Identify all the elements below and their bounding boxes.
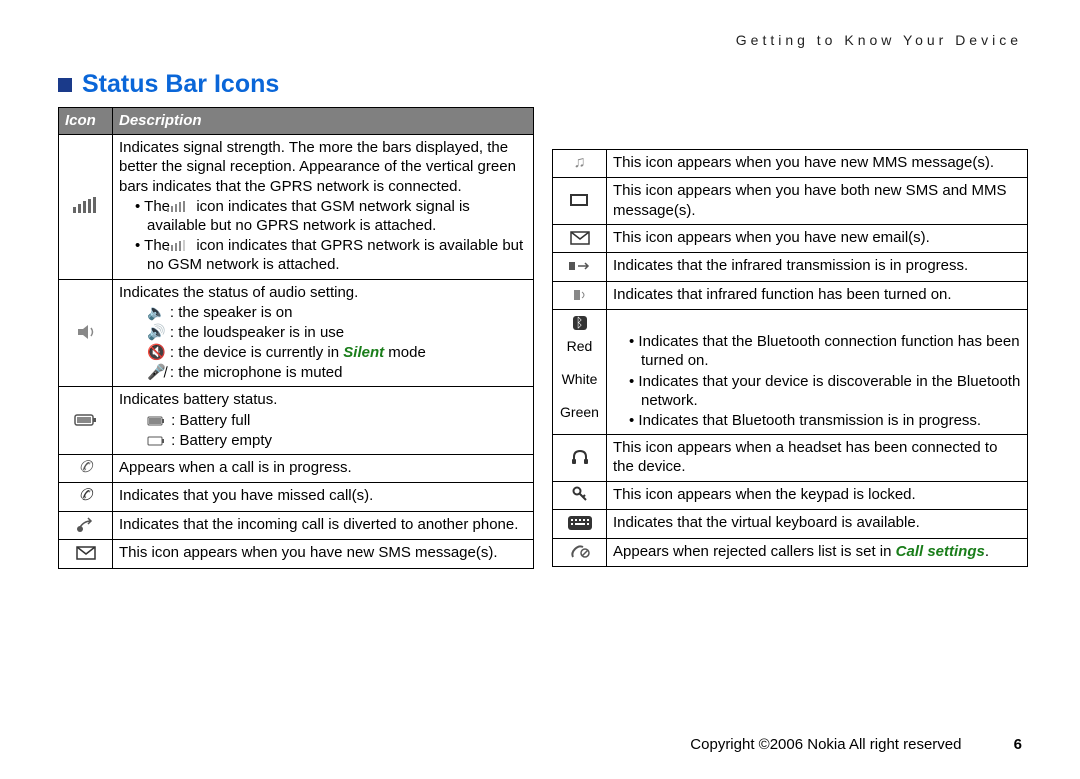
table-row: Indicates the status of audio setting. 🔈…: [59, 279, 534, 387]
table-row: ♫ This icon appears when you have new MM…: [553, 150, 1028, 178]
missed-desc: Indicates that you have missed call(s).: [113, 483, 534, 511]
th-desc: Description: [113, 108, 534, 135]
page-footer: Copyright ©2006 Nokia All right reserved…: [690, 736, 1022, 753]
page-title: Status Bar Icons: [82, 70, 279, 99]
table-row: Indicates that the virtual keyboard is a…: [553, 510, 1028, 538]
status-icons-table-right: ♫ This icon appears when you have new MM…: [552, 149, 1028, 567]
loudspeaker-icon: 🔊: [147, 323, 166, 342]
left-column: Icon Description Indicates signal streng…: [58, 107, 534, 569]
signal-desc: Indicates signal strength. The more the …: [119, 138, 527, 196]
signal-gprs-icon: [174, 236, 192, 255]
headset-desc: This icon appears when a headset has bee…: [607, 435, 1028, 481]
table-row: Indicates that infrared function has bee…: [553, 281, 1028, 309]
ir-on-desc: Indicates that infrared function has bee…: [607, 281, 1028, 309]
table-row: This icon appears when a headset has bee…: [553, 435, 1028, 481]
audio-icon: [59, 279, 113, 387]
speaker-on-icon: 🔈: [147, 303, 166, 322]
mms-desc: This icon appears when you have new MMS …: [607, 150, 1028, 178]
table-row: This icon appears when you have new emai…: [553, 224, 1028, 252]
heading-bullet-icon: [58, 78, 72, 92]
table-row: Indicates battery status. : Battery full…: [59, 387, 534, 455]
table-row: Appears when rejected callers list is se…: [553, 538, 1028, 566]
th-icon: Icon: [59, 108, 113, 135]
table-row: ✆ Appears when a call is in progress.: [59, 455, 534, 483]
keylock-icon: [553, 481, 607, 509]
call-desc: Appears when a call is in progress.: [113, 455, 534, 483]
signal-icon: [59, 135, 113, 279]
sms-mms-icon: [553, 178, 607, 224]
sms-icon: [59, 540, 113, 568]
battery-desc: Indicates battery status.: [119, 390, 527, 409]
table-row: Indicates that the infrared transmission…: [553, 253, 1028, 281]
right-column: ♫ This icon appears when you have new MM…: [552, 149, 1028, 569]
vkb-desc: Indicates that the virtual keyboard is a…: [607, 510, 1028, 538]
signal-gsm-icon: [174, 197, 192, 216]
audio-desc: Indicates the status of audio setting.: [119, 283, 527, 302]
headset-icon: [553, 435, 607, 481]
reject-list-icon: [553, 538, 607, 566]
table-row: ᛒ Red White Green • Indicates that the B…: [553, 310, 1028, 435]
sms-desc: This icon appears when you have new SMS …: [113, 540, 534, 568]
page-number: 6: [1014, 736, 1022, 753]
running-head: Getting to Know Your Device: [736, 32, 1022, 48]
bluetooth-icon: ᛒ Red White Green: [553, 310, 607, 435]
email-desc: This icon appears when you have new emai…: [607, 224, 1028, 252]
battery-full-icon: [147, 411, 167, 430]
keylock-desc: This icon appears when the keypad is loc…: [607, 481, 1028, 509]
table-row: This icon appears when the keypad is loc…: [553, 481, 1028, 509]
divert-icon: [59, 511, 113, 539]
table-row: This icon appears when you have new SMS …: [59, 540, 534, 568]
virtual-keyboard-icon: [553, 510, 607, 538]
both-desc: This icon appears when you have both new…: [607, 178, 1028, 224]
table-row: ✆ Indicates that you have missed call(s)…: [59, 483, 534, 511]
copyright-text: Copyright ©2006 Nokia All right reserved: [690, 736, 961, 753]
call-icon: ✆: [59, 455, 113, 483]
divert-desc: Indicates that the incoming call is dive…: [113, 511, 534, 539]
battery-empty-icon: [147, 431, 167, 450]
mic-mute-icon: 🎤̸: [147, 363, 166, 382]
infrared-tx-icon: [553, 253, 607, 281]
missed-call-icon: ✆: [59, 483, 113, 511]
table-row: Indicates that the incoming call is dive…: [59, 511, 534, 539]
silent-icon: 🔇: [147, 343, 166, 362]
mms-icon: ♫: [553, 150, 607, 178]
ir-tx-desc: Indicates that the infrared transmission…: [607, 253, 1028, 281]
infrared-on-icon: [553, 281, 607, 309]
battery-icon: [59, 387, 113, 455]
status-icons-table-left: Icon Description Indicates signal streng…: [58, 107, 534, 569]
table-row: Indicates signal strength. The more the …: [59, 135, 534, 279]
table-row: This icon appears when you have both new…: [553, 178, 1028, 224]
email-icon: [553, 224, 607, 252]
